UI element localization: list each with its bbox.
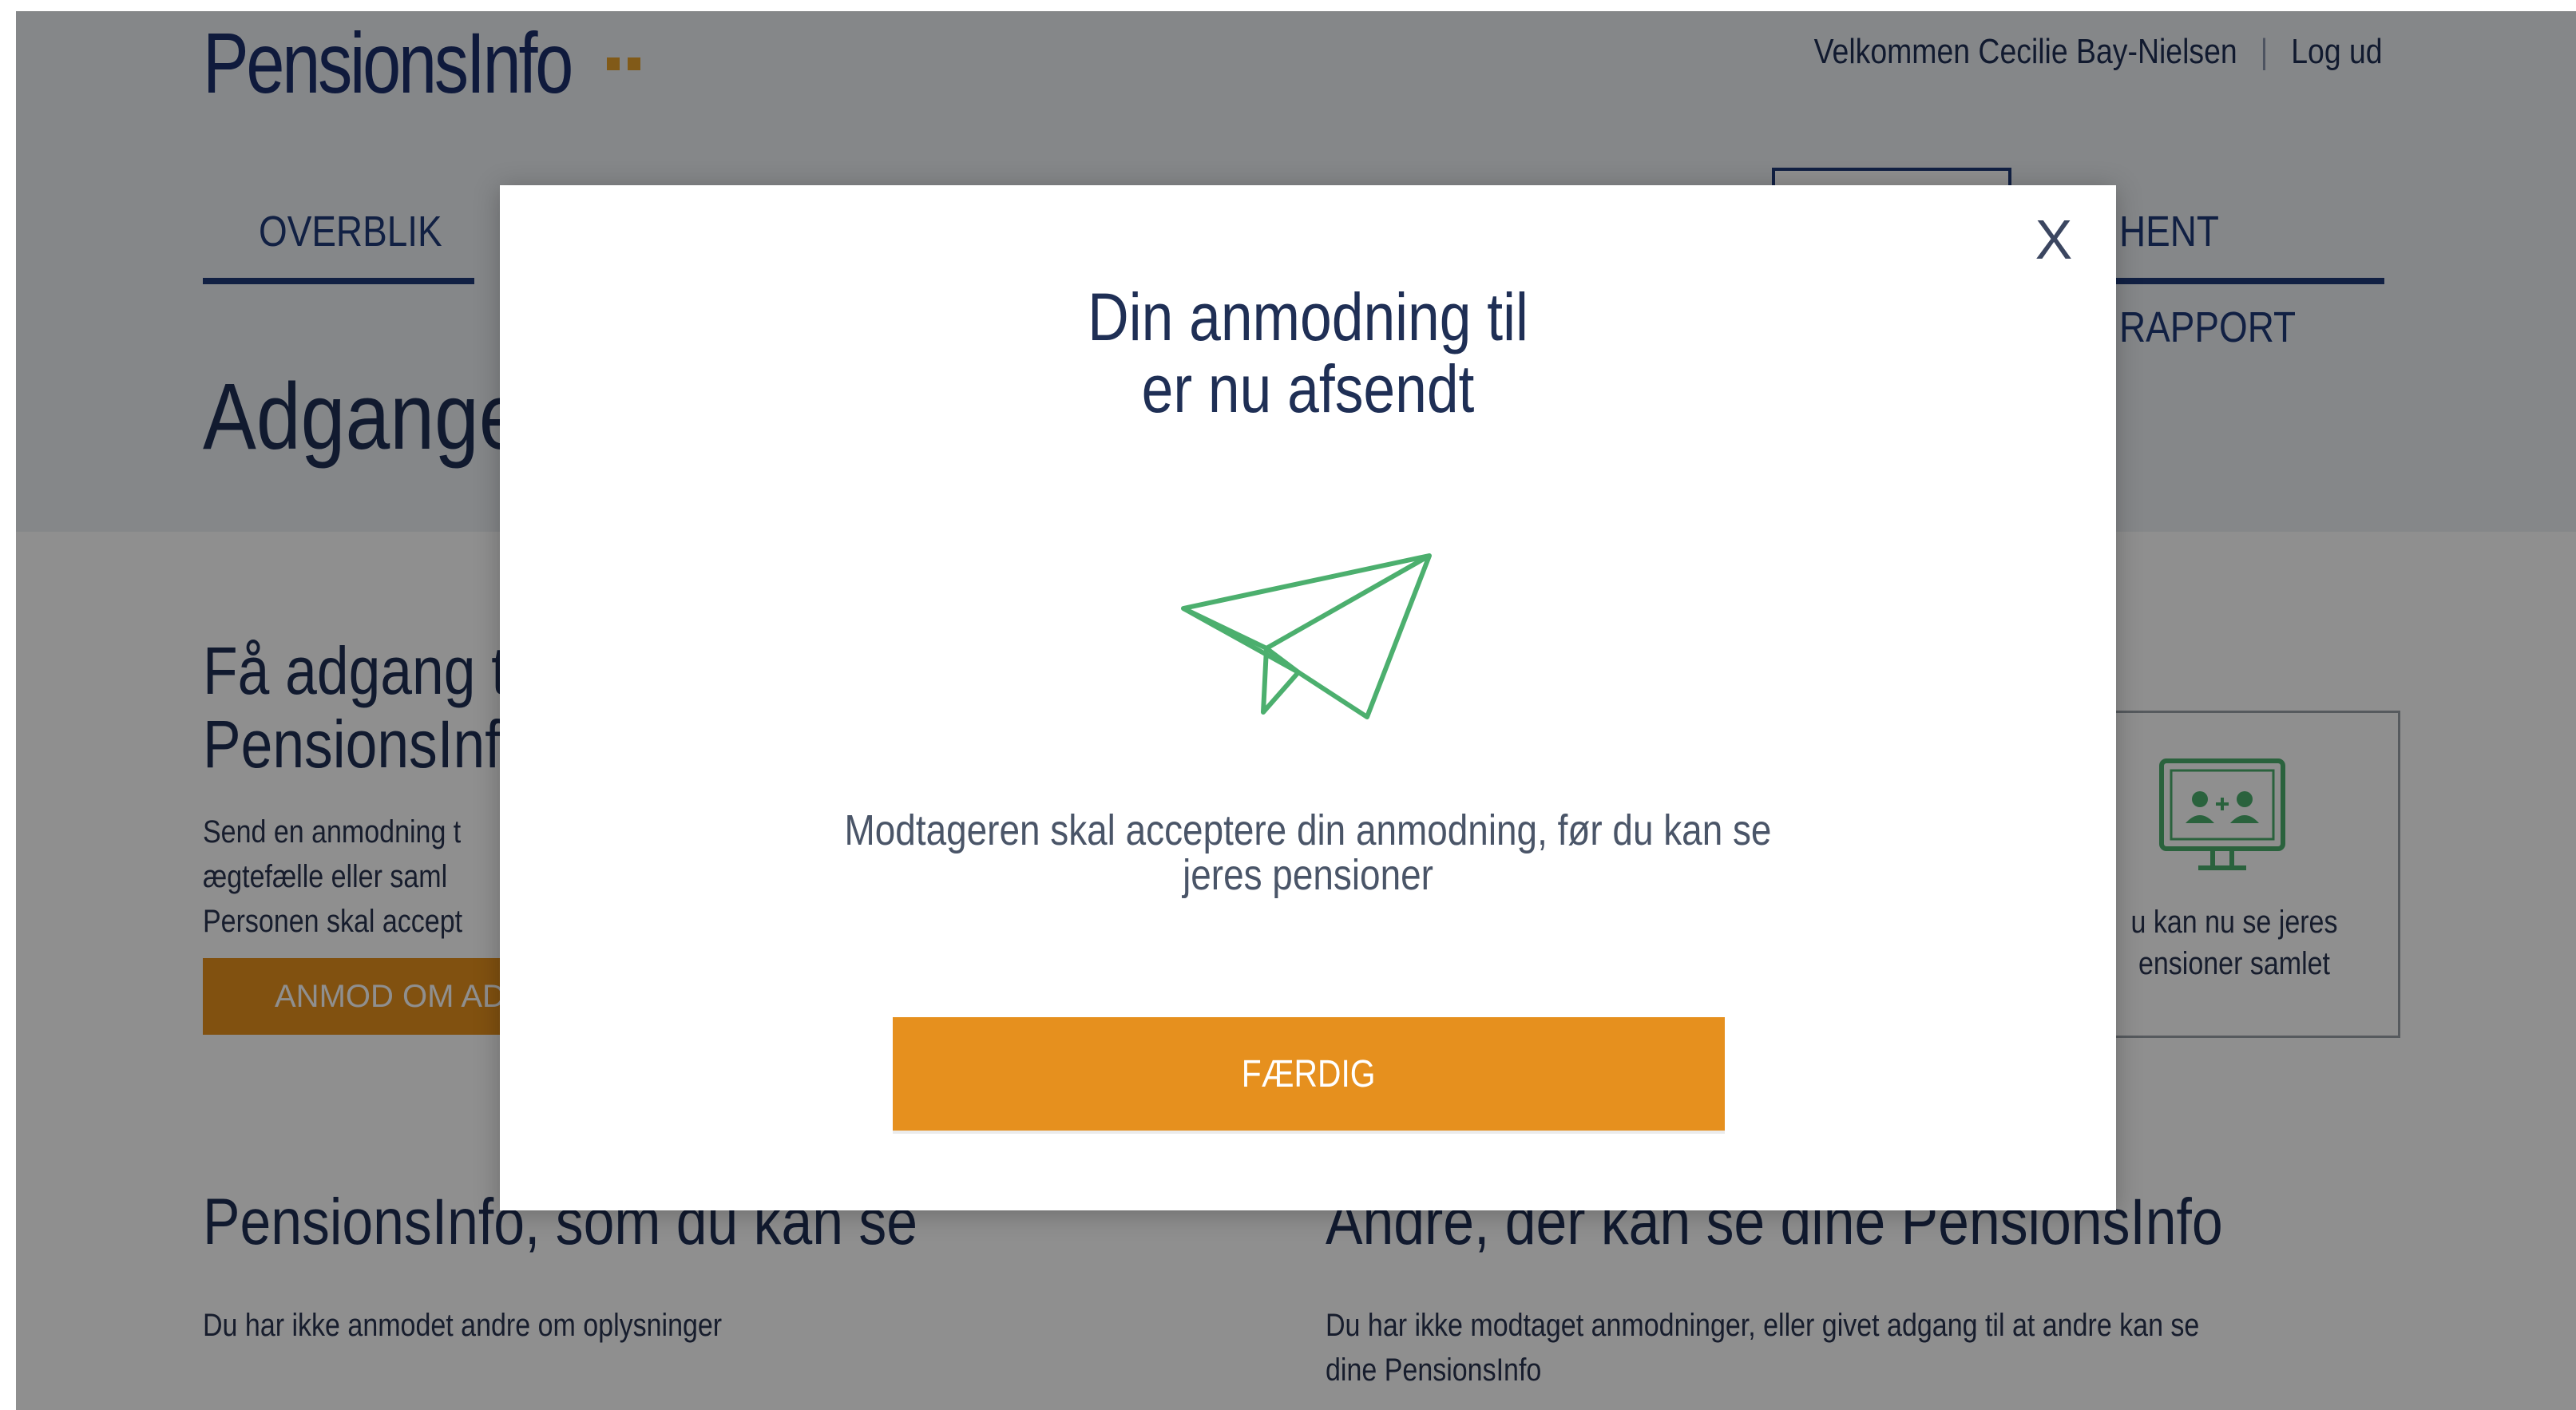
close-button[interactable]: X bbox=[2022, 208, 2086, 271]
modal-message: Modtageren skal acceptere din anmodning,… bbox=[844, 806, 1772, 899]
confirmation-modal: X Din anmodning til er nu afsendt Modtag… bbox=[500, 185, 2116, 1210]
modal-title: Din anmodning til er nu afsendt bbox=[1088, 279, 1528, 426]
page: PensionsInfo Velkommen Cecilie Bay-Niels… bbox=[16, 11, 2576, 1410]
done-button[interactable]: FÆRDIG bbox=[893, 1017, 1725, 1131]
done-button-label: FÆRDIG bbox=[1242, 1052, 1376, 1095]
paper-plane-icon bbox=[1179, 553, 1434, 732]
